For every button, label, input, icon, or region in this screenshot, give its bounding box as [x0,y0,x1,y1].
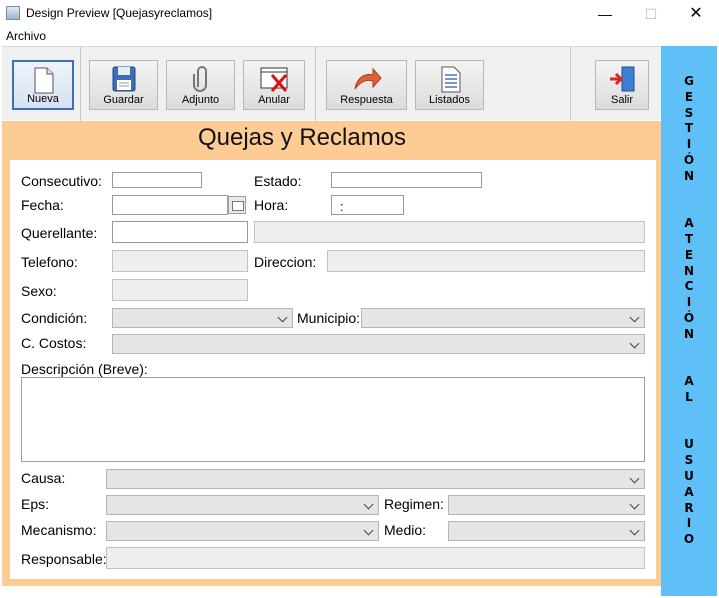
salir-label: Salir [610,94,633,106]
side-banner-text: G E S T I Ó N A T E N C I Ó N A L U S U … [683,74,695,547]
toolbar-separator [315,47,316,121]
guardar-label: Guardar [103,94,144,106]
costos-dropdown[interactable] [112,334,645,354]
calendar-icon[interactable] [228,196,246,214]
condicion-dropdown[interactable] [112,308,293,328]
mecanismo-label: Mecanismo: [21,522,97,538]
guardar-button[interactable]: Guardar [89,60,158,110]
querellante-name-field [254,221,645,243]
regimen-dropdown[interactable] [448,495,645,515]
window-title: Design Preview [Quejasyreclamos] [26,6,213,20]
respuesta-label: Respuesta [340,94,393,106]
descripcion-label: Descripción (Breve): [21,361,148,377]
causa-label: Causa: [21,470,66,486]
telefono-field [112,250,248,272]
maximize-button[interactable]: ☐ [628,0,674,28]
chevron-down-icon [629,473,640,484]
nueva-button[interactable]: Nueva [12,60,74,110]
minimize-button[interactable]: — [582,0,628,28]
toolbar-separator [570,47,571,121]
regimen-label: Regimen: [384,496,444,512]
toolbar: Nueva Guardar Adjunto Anular Respuesta L… [2,46,661,121]
respuesta-button[interactable]: Respuesta [326,60,407,110]
telefono-label: Telefono: [21,254,78,270]
adjunto-label: Adjunto [181,94,220,106]
side-banner: G E S T I Ó N A T E N C I Ó N A L U S U … [661,46,717,596]
direccion-label: Direccion: [254,254,317,270]
page-title: Quejas y Reclamos [197,124,407,151]
listados-label: Listados [429,94,470,106]
paperclip-icon [192,66,207,92]
hora-field[interactable]: : [331,195,404,215]
municipio-dropdown[interactable] [361,308,645,328]
descripcion-textarea[interactable] [21,377,645,462]
chevron-down-icon [363,499,374,510]
chevron-down-icon [363,525,374,536]
medio-label: Medio: [384,522,427,538]
salir-button[interactable]: Salir [595,60,649,110]
listados-button[interactable]: Listados [415,60,484,110]
municipio-label: Municipio: [297,310,361,326]
consecutivo-field[interactable] [112,172,202,188]
estado-label: Estado: [254,173,302,189]
anular-button[interactable]: Anular [243,60,305,110]
eps-label: Eps: [21,496,50,512]
hora-label: Hora: [254,197,289,213]
estado-field[interactable] [331,172,482,188]
cancel-document-icon [260,67,288,92]
direccion-field [327,250,645,272]
mecanismo-dropdown[interactable] [106,521,379,541]
adjunto-button[interactable]: Adjunto [166,60,235,110]
list-document-icon [441,66,460,93]
chevron-down-icon [629,312,640,323]
sexo-field [112,279,248,301]
chevron-down-icon [277,312,288,323]
java-app-icon [6,6,20,20]
nueva-label: Nueva [27,93,59,105]
querellante-label: Querellante: [21,225,98,241]
chevron-down-icon [629,338,640,349]
responsable-field [106,547,645,569]
consecutivo-label: Consecutivo: [21,173,102,189]
reply-arrow-icon [354,67,382,90]
eps-dropdown[interactable] [106,495,379,515]
querellante-id-field[interactable] [112,221,248,243]
causa-dropdown[interactable] [106,469,645,489]
fecha-label: Fecha: [21,197,64,213]
exit-door-icon [610,66,635,92]
anular-label: Anular [258,94,290,106]
save-disk-icon [112,66,135,92]
chevron-down-icon [629,525,640,536]
chevron-down-icon [629,499,640,510]
menu-archivo[interactable]: Archivo [6,29,46,43]
toolbar-separator [80,47,81,121]
window-bottom-edge [0,586,661,598]
hora-value: : [340,199,344,214]
responsable-label: Responsable: [21,551,107,567]
new-document-icon [34,67,54,94]
sexo-label: Sexo: [21,283,57,299]
medio-dropdown[interactable] [448,521,645,541]
condicion-label: Condición: [21,310,88,326]
main-panel: Quejas y Reclamos Consecutivo: Estado: F… [2,121,661,586]
costos-label: C. Costos: [21,335,87,351]
fecha-field[interactable] [112,195,228,215]
menu-bar: Archivo [0,28,719,46]
title-bar: Design Preview [Quejasyreclamos] — ☐ ✕ [0,0,719,28]
close-button[interactable]: ✕ [673,0,719,28]
form-card: Consecutivo: Estado: Fecha: Hora: : Quer… [10,160,656,579]
